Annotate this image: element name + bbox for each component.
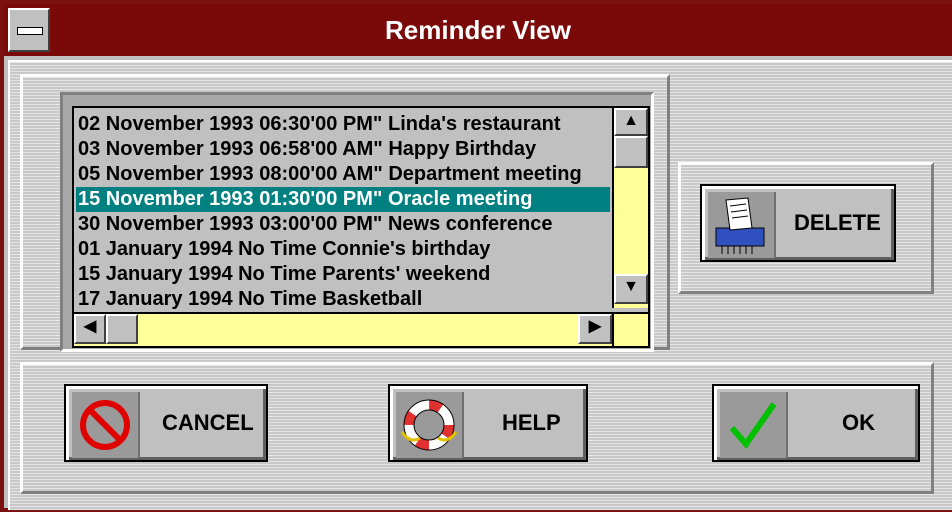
checkmark-icon [720, 392, 788, 458]
scrollbar-corner [612, 312, 648, 346]
cancel-button[interactable]: CANCEL [64, 384, 268, 462]
dialog-body: 02 November 1993 06:30'00 PM" Linda's re… [8, 60, 952, 510]
scroll-up-arrow-icon[interactable]: ▲ [614, 108, 648, 136]
delete-button[interactable]: DELETE [700, 184, 896, 262]
window-title: Reminder View [385, 15, 571, 45]
scroll-left-arrow-icon[interactable]: ◀ [74, 314, 106, 344]
horizontal-scrollbar[interactable]: ◀ ▶ [74, 312, 614, 346]
horizontal-scroll-thumb[interactable] [106, 314, 138, 344]
reminder-view-window: Reminder View 02 November 1993 06:30'00 … [0, 0, 952, 512]
list-item[interactable]: 30 November 1993 03:00'00 PM" News confe… [76, 212, 610, 237]
vertical-scroll-thumb[interactable] [614, 136, 648, 168]
reminder-list[interactable]: 02 November 1993 06:30'00 PM" Linda's re… [72, 106, 650, 348]
ok-button[interactable]: OK [712, 384, 920, 462]
help-label: HELP [502, 410, 561, 435]
list-item[interactable]: 01 January 1994 No Time Connie's birthda… [76, 237, 610, 262]
shredder-icon [708, 192, 776, 258]
title-bar: Reminder View [4, 4, 952, 56]
life-ring-icon [396, 392, 464, 458]
list-item[interactable]: 17 January 1994 No Time Basketball [76, 287, 610, 312]
list-item[interactable]: 03 November 1993 06:58'00 AM" Happy Birt… [76, 137, 610, 162]
list-item[interactable]: 15 January 1994 No Time Parents' weekend [76, 262, 610, 287]
list-item[interactable]: 15 November 1993 01:30'00 PM" Oracle mee… [76, 187, 610, 212]
help-button[interactable]: HELP [388, 384, 588, 462]
list-item[interactable]: 02 November 1993 06:30'00 PM" Linda's re… [76, 112, 610, 137]
no-sign-icon [72, 392, 140, 458]
cancel-label: CANCEL [162, 410, 254, 435]
delete-label: DELETE [794, 210, 881, 235]
ok-label: OK [842, 410, 875, 435]
list-item[interactable]: 05 November 1993 08:00'00 AM" Department… [76, 162, 610, 187]
scroll-right-arrow-icon[interactable]: ▶ [578, 314, 612, 344]
scroll-down-arrow-icon[interactable]: ▼ [614, 274, 648, 304]
vertical-scrollbar[interactable]: ▲ ▼ [612, 108, 648, 308]
reminder-items: 02 November 1993 06:30'00 PM" Linda's re… [76, 112, 610, 312]
